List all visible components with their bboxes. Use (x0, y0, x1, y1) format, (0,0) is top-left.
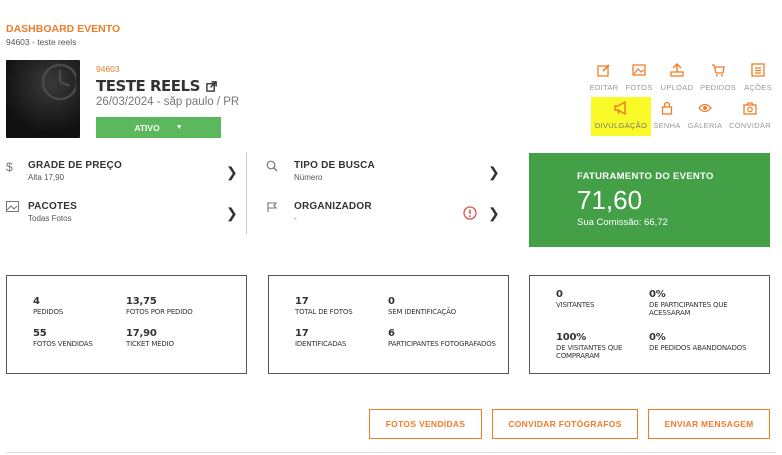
chevron-right-icon[interactable]: ❯ (488, 205, 500, 222)
invite-photographers-button[interactable]: CONVIDAR FOTÓGRAFOS (492, 409, 638, 439)
organizer-row[interactable]: ORGANIZADOR - (266, 201, 372, 223)
packages-row[interactable]: PACOTES Todas Fotos (6, 201, 77, 223)
divulgacao-button[interactable]: DIVULGAÇÃO (591, 97, 651, 136)
actions-button[interactable]: AÇÕES (736, 63, 780, 92)
organizer-title: ORGANIZADOR (294, 201, 372, 212)
chevron-right-icon[interactable]: ❯ (226, 164, 238, 181)
revenue-value: 71,60 (577, 185, 643, 215)
stat-item: 0% DE PEDIDOS ABANDONADOS (649, 332, 747, 352)
eye-icon (698, 103, 712, 113)
status-label: ATIVO (134, 122, 160, 133)
search-type-value: Número (294, 173, 323, 182)
list-icon (751, 63, 765, 77)
sold-photos-button[interactable]: FOTOS VENDIDAS (369, 409, 482, 439)
revenue-commission: Sua Comissão: 66,72 (577, 217, 668, 228)
cart-icon (712, 64, 725, 77)
caret-down-icon: ▼ (175, 124, 183, 131)
chevron-right-icon[interactable]: ❯ (226, 205, 238, 222)
event-date-location: 26/03/2024 - săp paulo / PR (96, 96, 240, 108)
status-dropdown[interactable]: ATIVO ▼ (96, 117, 221, 138)
event-id: 94603 (96, 64, 120, 74)
gallery-button[interactable]: GALERIA (683, 101, 727, 130)
clock-icon (41, 63, 76, 101)
edit-icon (597, 64, 610, 77)
upload-label: UPLOAD (660, 83, 694, 92)
revenue-title: FATURAMENTO DO EVENTO (577, 171, 714, 182)
organizer-value: - (294, 214, 297, 223)
search-type-title: TIPO DE BUSCA (294, 160, 375, 171)
stat-item: 100% DE VISITANTES QUE COMPRARAM (556, 332, 623, 361)
divulgacao-label: DIVULGAÇÃO (594, 121, 648, 130)
event-thumbnail (6, 60, 80, 138)
search-type-row[interactable]: TIPO DE BUSCA Número (266, 160, 375, 182)
stat-item: 0 VISITANTES (556, 289, 595, 309)
camera-icon (743, 102, 757, 115)
external-link-icon[interactable] (206, 80, 217, 92)
packages-title: PACOTES (28, 201, 77, 212)
gallery-label: GALERIA (687, 121, 723, 130)
flag-icon (266, 201, 288, 216)
megaphone-icon (614, 101, 626, 115)
page-title: DASHBOARD EVENTO (6, 23, 121, 35)
stat-item: 17,90 TICKET MÉDIO (126, 328, 174, 348)
stat-item: 6 PARTICIPANTES FOTOGRAFADOS (388, 328, 496, 348)
actions-label: AÇÕES (744, 83, 772, 92)
image-icon (6, 201, 28, 215)
orders-button[interactable]: PEDIDOS (696, 63, 740, 92)
price-grade-title: GRADE DE PREÇO (28, 160, 122, 171)
page-subtitle: 94603 - teste reels (6, 37, 77, 47)
stat-item: 17 TOTAL DE FOTOS (295, 296, 353, 316)
alert-icon (463, 206, 477, 225)
packages-value: Todas Fotos (28, 214, 72, 223)
divider (6, 452, 776, 453)
revenue-card: FATURAMENTO DO EVENTO 71,60 Sua Comissão… (529, 153, 770, 247)
stat-item: 4 PEDIDOS (33, 296, 64, 316)
sales-stats-box: 4 PEDIDOS 13,75 FOTOS POR PEDIDO 55 FOTOS V… (6, 275, 247, 374)
photos-icon (632, 64, 646, 76)
price-grade-row[interactable]: $ GRADE DE PREÇO Alta 17,90 (6, 160, 122, 182)
upload-icon (670, 63, 684, 77)
event-name: TESTE REELS (96, 77, 217, 95)
stat-item: 17 IDENTIFICADAS (295, 328, 347, 348)
invite-label: CONVIDAR (729, 121, 771, 130)
divider (246, 152, 247, 234)
stat-item: 55 FOTOS VENDIDAS (33, 328, 93, 348)
upload-button[interactable]: UPLOAD (655, 63, 699, 92)
stat-item: 0% DE PARTICIPANTES QUE ACESSARAM (649, 289, 728, 318)
search-icon (266, 160, 288, 175)
chevron-right-icon[interactable]: ❯ (488, 164, 500, 181)
event-name-text: TESTE REELS (96, 77, 200, 95)
stat-item: 0 SEM IDENTIFICAÇÃO (388, 296, 456, 316)
stat-item: 13,75 FOTOS POR PEDIDO (126, 296, 193, 316)
invite-button[interactable]: CONVIDAR (728, 101, 772, 130)
orders-label: PEDIDOS (700, 83, 736, 92)
send-message-button[interactable]: ENVIAR MENSAGEM (648, 409, 770, 439)
price-grade-value: Alta 17,90 (28, 173, 65, 182)
visitors-stats-box: 0 VISITANTES 0% DE PARTICIPANTES QUE ACESS… (529, 275, 770, 374)
dollar-icon: $ (6, 160, 13, 174)
photos-stats-box: 17 TOTAL DE FOTOS 0 SEM IDENTIFICAÇÃO 17 ID… (268, 275, 509, 374)
lock-icon (661, 101, 673, 115)
